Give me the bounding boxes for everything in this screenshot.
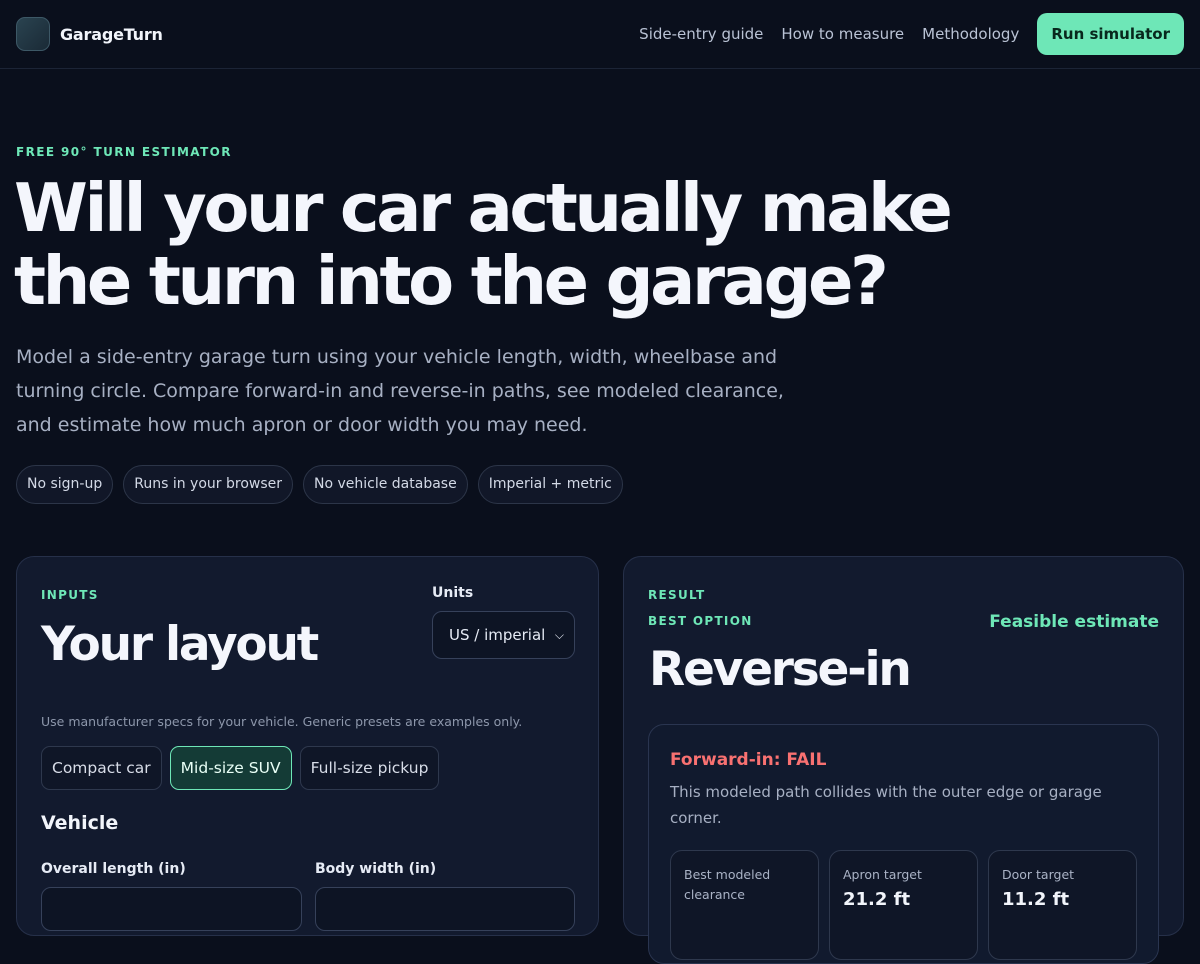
preset-compact-car[interactable]: Compact car: [41, 746, 162, 790]
top-navigation-bar: GarageTurn Side-entry guide How to measu…: [0, 0, 1200, 69]
nav-link-side-entry-guide[interactable]: Side-entry guide: [639, 25, 763, 43]
body-width-input[interactable]: [315, 887, 575, 931]
feature-pills: No sign-up Runs in your browser No vehic…: [16, 465, 633, 504]
chevron-down-icon: ⌵: [554, 628, 564, 642]
brand-logo-icon: [16, 17, 50, 51]
pill-no-signup: No sign-up: [16, 465, 114, 504]
pill-runs-in-browser: Runs in your browser: [123, 465, 293, 504]
brand-name: GarageTurn: [60, 24, 163, 44]
inputs-card: INPUTS Your layout Units US / imperial ⌵…: [16, 556, 599, 936]
hero-subtitle: Model a side-entry garage turn using you…: [16, 346, 784, 436]
metric-apron-target: Apron target 21.2 ft: [829, 850, 978, 960]
metric-best-clearance: Best modeled clearance: [670, 850, 819, 960]
pill-imperial-metric: Imperial + metric: [477, 465, 623, 504]
result-card: RESULT BEST OPTION Feasible estimate Rev…: [623, 556, 1184, 964]
best-option-label: BEST OPTION: [648, 614, 753, 628]
inputs-eyebrow: INPUTS: [41, 588, 99, 602]
overall-length-input[interactable]: [41, 887, 302, 931]
brand[interactable]: GarageTurn: [16, 17, 163, 51]
metric-door-target: Door target 11.2 ft: [988, 850, 1137, 960]
metric-label: Best modeled clearance: [684, 867, 771, 902]
units-select-value: US / imperial: [449, 626, 546, 644]
status-badge: Feasible estimate: [989, 612, 1159, 632]
forward-in-status: Forward-in: FAIL: [670, 750, 827, 770]
result-eyebrow: RESULT: [648, 588, 706, 602]
hero-eyebrow: FREE 90° TURN ESTIMATOR: [16, 145, 232, 159]
hero-title-line-1: Will your car actually make: [14, 169, 953, 247]
preset-hint: Use manufacturer specs for your vehicle.…: [41, 714, 523, 729]
hero-title-line-2: the turn into the garage?: [14, 242, 889, 320]
units-select[interactable]: US / imperial ⌵: [432, 611, 575, 659]
best-option-value: Reverse-in: [649, 642, 912, 697]
pill-no-vehicle-database: No vehicle database: [303, 465, 468, 504]
main-nav: Side-entry guide How to measure Methodol…: [621, 13, 1184, 55]
body-width-label: Body width (in): [315, 861, 437, 877]
preset-mid-size-suv[interactable]: Mid-size SUV: [169, 746, 292, 790]
metric-label: Door target: [1002, 867, 1075, 882]
inputs-title: Your layout: [41, 617, 319, 672]
nav-link-how-to-measure[interactable]: How to measure: [781, 25, 904, 43]
run-simulator-button[interactable]: Run simulator: [1037, 13, 1184, 55]
metric-label: Apron target: [843, 867, 922, 882]
hero-title: Will your car actually make the turn int…: [14, 172, 974, 318]
overall-length-label: Overall length (in): [41, 861, 186, 877]
nav-link-methodology[interactable]: Methodology: [922, 25, 1019, 43]
vehicle-section-heading: Vehicle: [41, 812, 119, 834]
preset-buttons: Compact car Mid-size SUV Full-size picku…: [41, 746, 447, 790]
forward-in-description: This modeled path collides with the oute…: [670, 783, 1102, 827]
forward-in-result-panel: Forward-in: FAIL This modeled path colli…: [648, 724, 1159, 964]
units-label: Units: [432, 585, 474, 601]
preset-full-size-pickup[interactable]: Full-size pickup: [299, 746, 440, 790]
